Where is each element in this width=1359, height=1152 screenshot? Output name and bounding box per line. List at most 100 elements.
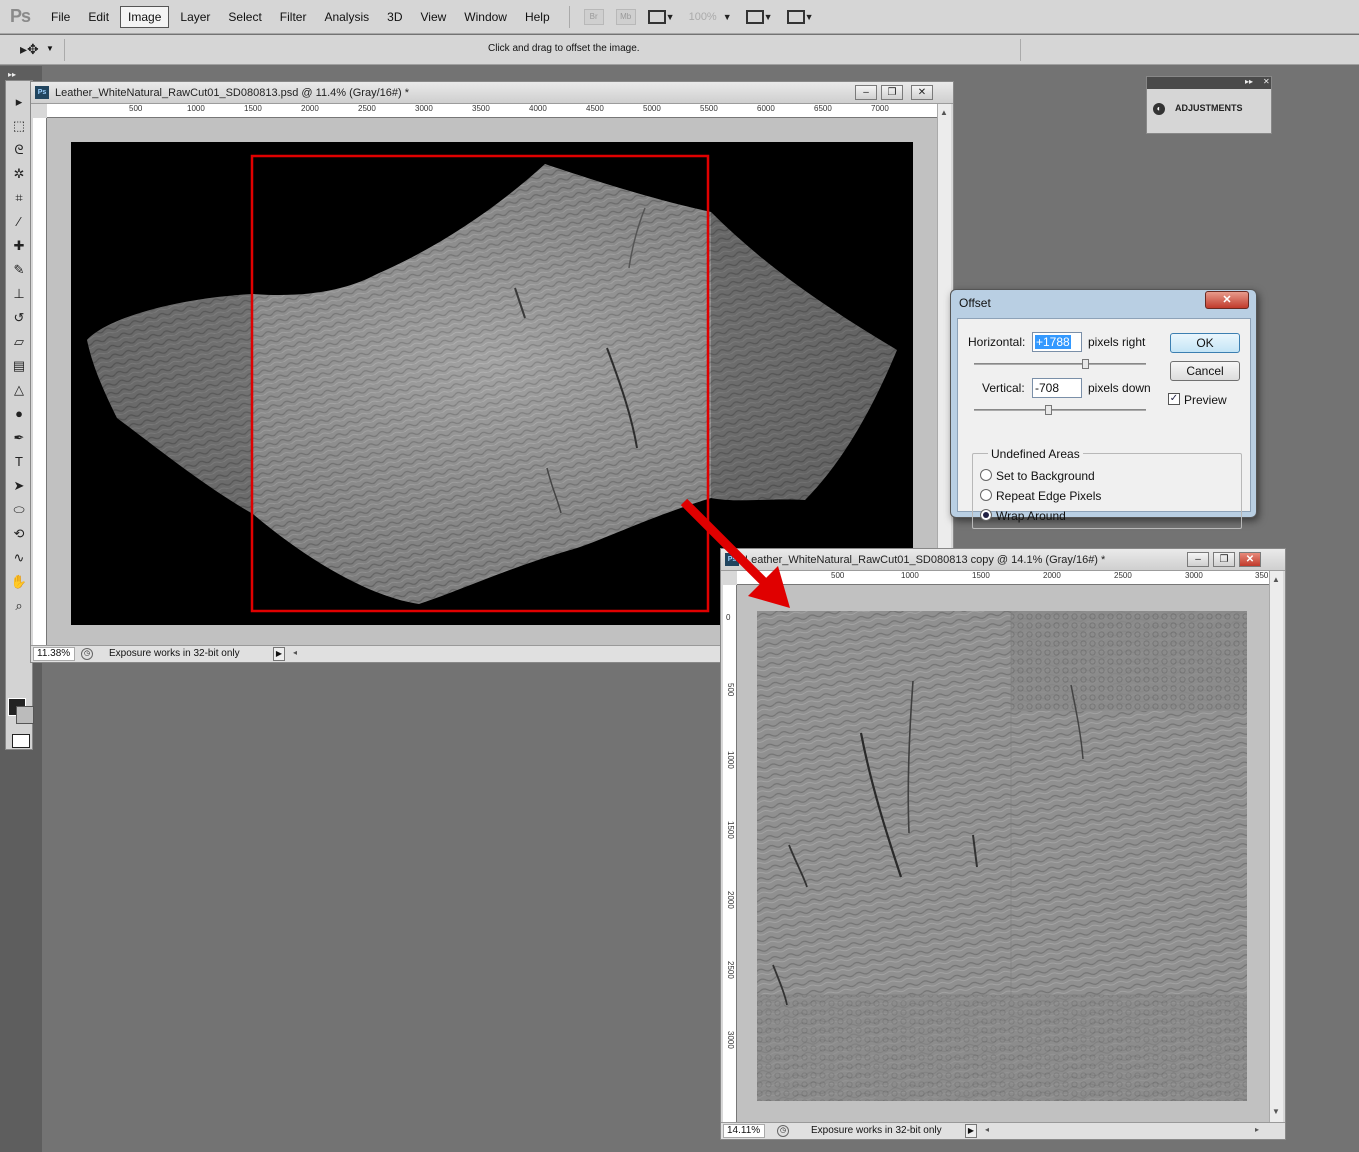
path-select-tool-icon[interactable]: ➤ bbox=[8, 476, 30, 496]
scroll-left-icon[interactable]: ◂ bbox=[985, 1125, 989, 1134]
preview-label: Preview bbox=[1184, 393, 1227, 407]
minimize-button[interactable]: – bbox=[855, 85, 877, 100]
vertical-ruler[interactable] bbox=[33, 118, 47, 645]
quick-select-tool-icon[interactable]: ✲ bbox=[8, 164, 30, 184]
chevron-down-icon[interactable]: ▼ bbox=[723, 12, 732, 22]
move-tool-icon[interactable]: ▸✥ bbox=[20, 41, 39, 58]
arrange-documents-icon[interactable] bbox=[745, 9, 764, 24]
move-tool-icon[interactable]: ▸ bbox=[8, 92, 30, 112]
scroll-right-icon[interactable]: ▸ bbox=[1255, 1125, 1259, 1134]
menu-layer[interactable]: Layer bbox=[173, 7, 217, 27]
menu-analysis[interactable]: Analysis bbox=[317, 7, 376, 27]
restore-button[interactable]: ❐ bbox=[881, 85, 903, 100]
history-brush-tool-icon[interactable]: ↺ bbox=[8, 308, 30, 328]
menu-edit[interactable]: Edit bbox=[81, 7, 116, 27]
menu-window[interactable]: Window bbox=[457, 7, 514, 27]
document-tab[interactable]: Ps Leather_WhiteNatural_RawCut01_SD08081… bbox=[31, 82, 953, 104]
dodge-tool-icon[interactable]: ● bbox=[8, 404, 30, 424]
quick-mask-icon[interactable] bbox=[12, 734, 30, 748]
ruler-tick: 350 bbox=[1255, 571, 1269, 580]
gradient-tool-icon[interactable]: ▤ bbox=[8, 356, 30, 376]
close-button[interactable]: ✕ bbox=[1239, 552, 1261, 567]
ok-button[interactable]: OK bbox=[1170, 333, 1240, 353]
adjustments-tab[interactable]: ◐ ADJUSTMENTS bbox=[1153, 103, 1243, 115]
horizontal-slider-thumb[interactable] bbox=[1082, 359, 1089, 369]
menu-help[interactable]: Help bbox=[518, 7, 557, 27]
menu-view[interactable]: View bbox=[413, 7, 453, 27]
vertical-ruler[interactable]: 0 500 1000 1500 2000 2500 3000 bbox=[723, 585, 737, 1123]
set-to-background-radio[interactable] bbox=[980, 469, 992, 481]
panel-collapse-icon[interactable]: ▸▸ bbox=[1245, 77, 1253, 86]
menu-image[interactable]: Image bbox=[120, 5, 170, 28]
ruler-tick: 500 bbox=[831, 571, 845, 580]
eraser-tool-icon[interactable]: ▱ bbox=[8, 332, 30, 352]
type-tool-icon[interactable]: T bbox=[8, 452, 30, 472]
panel-collapse-icon[interactable]: ▸▸ bbox=[8, 70, 16, 79]
crop-tool-icon[interactable]: ⌗ bbox=[8, 188, 30, 208]
status-info-icon[interactable]: ◷ bbox=[777, 1125, 789, 1137]
wrap-around-radio[interactable] bbox=[980, 509, 992, 521]
marquee-tool-icon[interactable]: ⬚ bbox=[8, 116, 30, 136]
minimize-button[interactable]: – bbox=[1187, 552, 1209, 567]
ps-document-icon: Ps bbox=[35, 86, 49, 99]
scroll-left-icon[interactable]: ◂ bbox=[293, 648, 297, 657]
chevron-down-icon[interactable]: ▼ bbox=[764, 12, 773, 22]
pen-tool-icon[interactable]: ✒ bbox=[8, 428, 30, 448]
status-menu-button[interactable]: ▶ bbox=[965, 1124, 977, 1138]
eyedropper-tool-icon[interactable]: ⁄ bbox=[8, 212, 30, 232]
ruler-tick: 3000 bbox=[726, 1031, 735, 1049]
vertical-slider-track[interactable] bbox=[974, 409, 1146, 411]
close-button[interactable]: ✕ bbox=[911, 85, 933, 100]
mini-bridge-button[interactable]: Mb bbox=[615, 8, 636, 25]
horizontal-ruler[interactable]: 500 1000 1500 2000 2500 3000 3500 4000 4… bbox=[47, 104, 937, 118]
ruler-tick: 1500 bbox=[244, 104, 262, 113]
zoom-tool-icon[interactable]: ⌕ bbox=[8, 596, 30, 616]
extras-icon[interactable] bbox=[647, 9, 666, 24]
status-menu-button[interactable]: ▶ bbox=[273, 647, 285, 661]
horizontal-offset-value: +1788 bbox=[1035, 335, 1071, 349]
restore-button[interactable]: ❐ bbox=[1213, 552, 1235, 567]
status-info-icon[interactable]: ◷ bbox=[81, 648, 93, 660]
3d-orbit-tool-icon[interactable]: ∿ bbox=[8, 548, 30, 568]
chevron-down-icon[interactable]: ▼ bbox=[805, 12, 814, 22]
chevron-down-icon[interactable]: ▼ bbox=[666, 12, 675, 22]
preview-checkbox[interactable]: ✓ bbox=[1168, 393, 1180, 405]
ruler-tick: 7000 bbox=[871, 104, 889, 113]
clone-stamp-tool-icon[interactable]: ⊥ bbox=[8, 284, 30, 304]
shape-tool-icon[interactable]: ⬭ bbox=[8, 500, 30, 520]
zoom-field[interactable]: 14.11% bbox=[723, 1124, 765, 1138]
repeat-edge-pixels-radio[interactable] bbox=[980, 489, 992, 501]
bridge-button[interactable]: Br bbox=[583, 8, 604, 25]
brush-tool-icon[interactable]: ✎ bbox=[8, 260, 30, 280]
zoom-level-select[interactable]: 100% bbox=[689, 11, 717, 23]
scroll-up-icon[interactable]: ▲ bbox=[1272, 575, 1280, 584]
menu-filter[interactable]: Filter bbox=[273, 7, 314, 27]
vertical-slider-thumb[interactable] bbox=[1045, 405, 1052, 415]
hand-tool-icon[interactable]: ✋ bbox=[8, 572, 30, 592]
dialog-close-button[interactable]: ✕ bbox=[1205, 291, 1249, 309]
menu-3d[interactable]: 3D bbox=[380, 7, 409, 27]
background-color-swatch[interactable] bbox=[16, 706, 34, 724]
vertical-scrollbar[interactable]: ▲ ▼ bbox=[1269, 571, 1283, 1122]
scroll-up-icon[interactable]: ▲ bbox=[940, 108, 948, 117]
ruler-tick: 2500 bbox=[1114, 571, 1132, 580]
vertical-offset-field[interactable]: -708 bbox=[1032, 378, 1082, 398]
3d-rotate-tool-icon[interactable]: ⟲ bbox=[8, 524, 30, 544]
menu-file[interactable]: File bbox=[44, 7, 77, 27]
screen-mode-icon[interactable] bbox=[786, 9, 805, 24]
healing-brush-tool-icon[interactable]: ✚ bbox=[8, 236, 30, 256]
scroll-down-icon[interactable]: ▼ bbox=[1272, 1107, 1280, 1116]
cancel-button[interactable]: Cancel bbox=[1170, 361, 1240, 381]
tool-preset-dropdown[interactable]: ▼ bbox=[46, 44, 54, 53]
horizontal-slider-track[interactable] bbox=[974, 363, 1146, 365]
options-divider bbox=[64, 39, 65, 61]
horizontal-ruler[interactable]: 500 1000 1500 2000 2500 3000 350 bbox=[737, 571, 1269, 585]
horizontal-offset-field[interactable]: +1788 bbox=[1032, 332, 1082, 352]
canvas-area[interactable] bbox=[737, 585, 1269, 1123]
zoom-field[interactable]: 11.38% bbox=[33, 647, 75, 661]
blur-tool-icon[interactable]: △ bbox=[8, 380, 30, 400]
panel-close-icon[interactable]: ✕ bbox=[1263, 77, 1270, 86]
menu-select[interactable]: Select bbox=[221, 7, 268, 27]
lasso-tool-icon[interactable]: ᘓ bbox=[8, 140, 30, 160]
dialog-body: Horizontal: +1788 pixels right Vertical:… bbox=[957, 318, 1251, 529]
